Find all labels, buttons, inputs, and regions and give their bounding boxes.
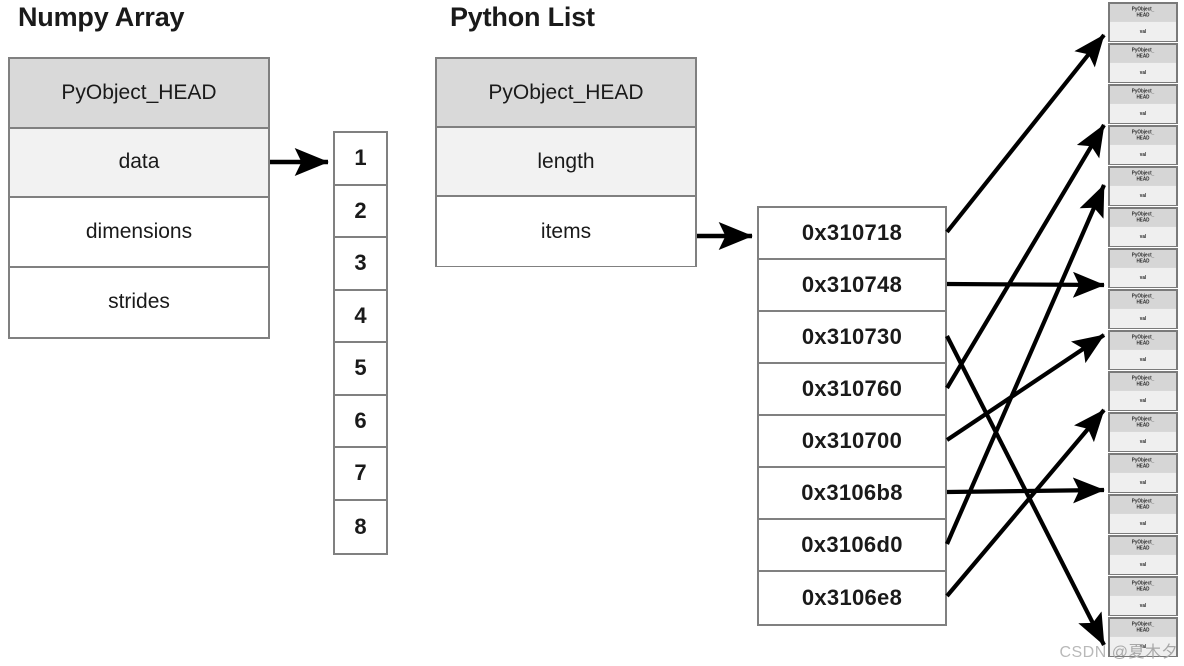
mini-pyobject: PyObject_ HEAD val	[1108, 2, 1178, 42]
pointer-address-column: 0x310718 0x310748 0x310730 0x310760 0x31…	[757, 206, 947, 626]
data-buffer-cell: 5	[335, 343, 386, 396]
diagram-canvas: Numpy Array PyObject_HEAD data dimension…	[0, 0, 1184, 666]
pointer-cell: 0x310730	[759, 312, 945, 364]
data-buffer-cell: 2	[335, 186, 386, 238]
mini-pyobject-value: val	[1110, 595, 1176, 615]
data-buffer-cell: 7	[335, 448, 386, 501]
mini-pyobject: PyObject_ HEAD val	[1108, 330, 1178, 370]
mini-pyobject: PyObject_ HEAD val	[1108, 453, 1178, 493]
mini-pyobject-value: val	[1110, 554, 1176, 574]
numpy-array-struct: PyObject_HEAD data dimensions strides	[8, 57, 270, 339]
pointer-cell: 0x310718	[759, 208, 945, 260]
pointer-cell: 0x3106d0	[759, 520, 945, 572]
data-buffer-cell: 6	[335, 396, 386, 448]
mini-pyobject-value: val	[1110, 144, 1176, 164]
mini-pyobject: PyObject_ HEAD val	[1108, 494, 1178, 534]
mini-pyobject-value: val	[1110, 308, 1176, 328]
mini-pyobject: PyObject_ HEAD val	[1108, 289, 1178, 329]
numpy-data-buffer: 1 2 3 4 5 6 7 8	[333, 131, 388, 555]
mini-pyobject: PyObject_ HEAD val	[1108, 84, 1178, 124]
data-buffer-cell: 3	[335, 238, 386, 291]
mini-pyobject-value: val	[1110, 103, 1176, 123]
mini-pyobject-value: val	[1110, 267, 1176, 287]
mini-pyobject-value: val	[1110, 390, 1176, 410]
mini-pyobject: PyObject_ HEAD val	[1108, 207, 1178, 247]
numpy-array-title: Numpy Array	[18, 2, 185, 32]
pointer-link-arrow	[946, 477, 1105, 504]
pylist-field-length: length	[437, 128, 695, 197]
mini-pyobject: PyObject_ HEAD val	[1108, 125, 1178, 165]
pointer-link-arrow	[945, 333, 1106, 442]
mini-pyobject-value: val	[1110, 226, 1176, 246]
mini-pyobject: PyObject_ HEAD val	[1108, 412, 1178, 452]
pointer-link-arrows	[945, 33, 1106, 646]
watermark-site: CSDN	[1059, 644, 1107, 661]
mini-pyobject: PyObject_ HEAD val	[1108, 248, 1178, 288]
mini-pyobject-value: val	[1110, 431, 1176, 451]
data-buffer-cell: 8	[354, 513, 367, 539]
numpy-field-data: data	[10, 128, 268, 198]
data-buffer-cell: 4	[335, 291, 386, 343]
watermark-handle: @夏木夕	[1111, 644, 1178, 661]
mini-pyobject-value: val	[1110, 21, 1176, 41]
mini-pyobject-value: val	[1110, 513, 1176, 533]
pointer-cell: 0x310748	[759, 260, 945, 312]
pointer-link-arrow	[945, 33, 1106, 234]
pointer-cell: 0x310760	[759, 364, 945, 416]
pointer-cell: 0x3106b8	[759, 468, 945, 520]
watermark: CSDN @夏木夕	[1059, 638, 1178, 662]
numpy-field-strides: strides	[10, 267, 268, 337]
pylist-field-items: items	[437, 197, 695, 266]
data-buffer-cell: 1	[335, 133, 386, 186]
mini-pyobject-value: val	[1110, 349, 1176, 369]
mini-pyobject: PyObject_ HEAD val	[1108, 43, 1178, 83]
pointer-link-arrow	[945, 408, 1106, 598]
pointer-link-arrow	[946, 271, 1105, 298]
python-list-struct: PyObject_HEAD length items	[435, 57, 697, 267]
numpy-field-dimensions: dimensions	[10, 198, 268, 268]
python-list-title: Python List	[450, 2, 595, 32]
mini-pyobject-value: val	[1110, 185, 1176, 205]
pointer-cell: 0x3106e8	[801, 585, 903, 610]
pylist-field-pyobject-head: PyObject_HEAD	[437, 59, 695, 128]
pointer-link-arrow	[945, 123, 1106, 390]
mini-pyobject: PyObject_ HEAD val	[1108, 576, 1178, 616]
mini-pyobject: PyObject_ HEAD val	[1108, 166, 1178, 206]
pointer-cell: 0x310700	[759, 416, 945, 468]
mini-pyobject-value: val	[1110, 62, 1176, 82]
pointer-link-arrow	[945, 184, 1106, 545]
mini-pyobject-value: val	[1110, 472, 1176, 492]
mini-pyobject: PyObject_ HEAD val	[1108, 535, 1178, 575]
pointer-link-arrow	[945, 335, 1106, 646]
numpy-field-pyobject-head: PyObject_HEAD	[10, 59, 268, 129]
scattered-pyobject-column: PyObject_ HEAD val PyObject_ HEAD val PyObject…	[1108, 2, 1178, 657]
mini-pyobject: PyObject_ HEAD val	[1108, 371, 1178, 411]
